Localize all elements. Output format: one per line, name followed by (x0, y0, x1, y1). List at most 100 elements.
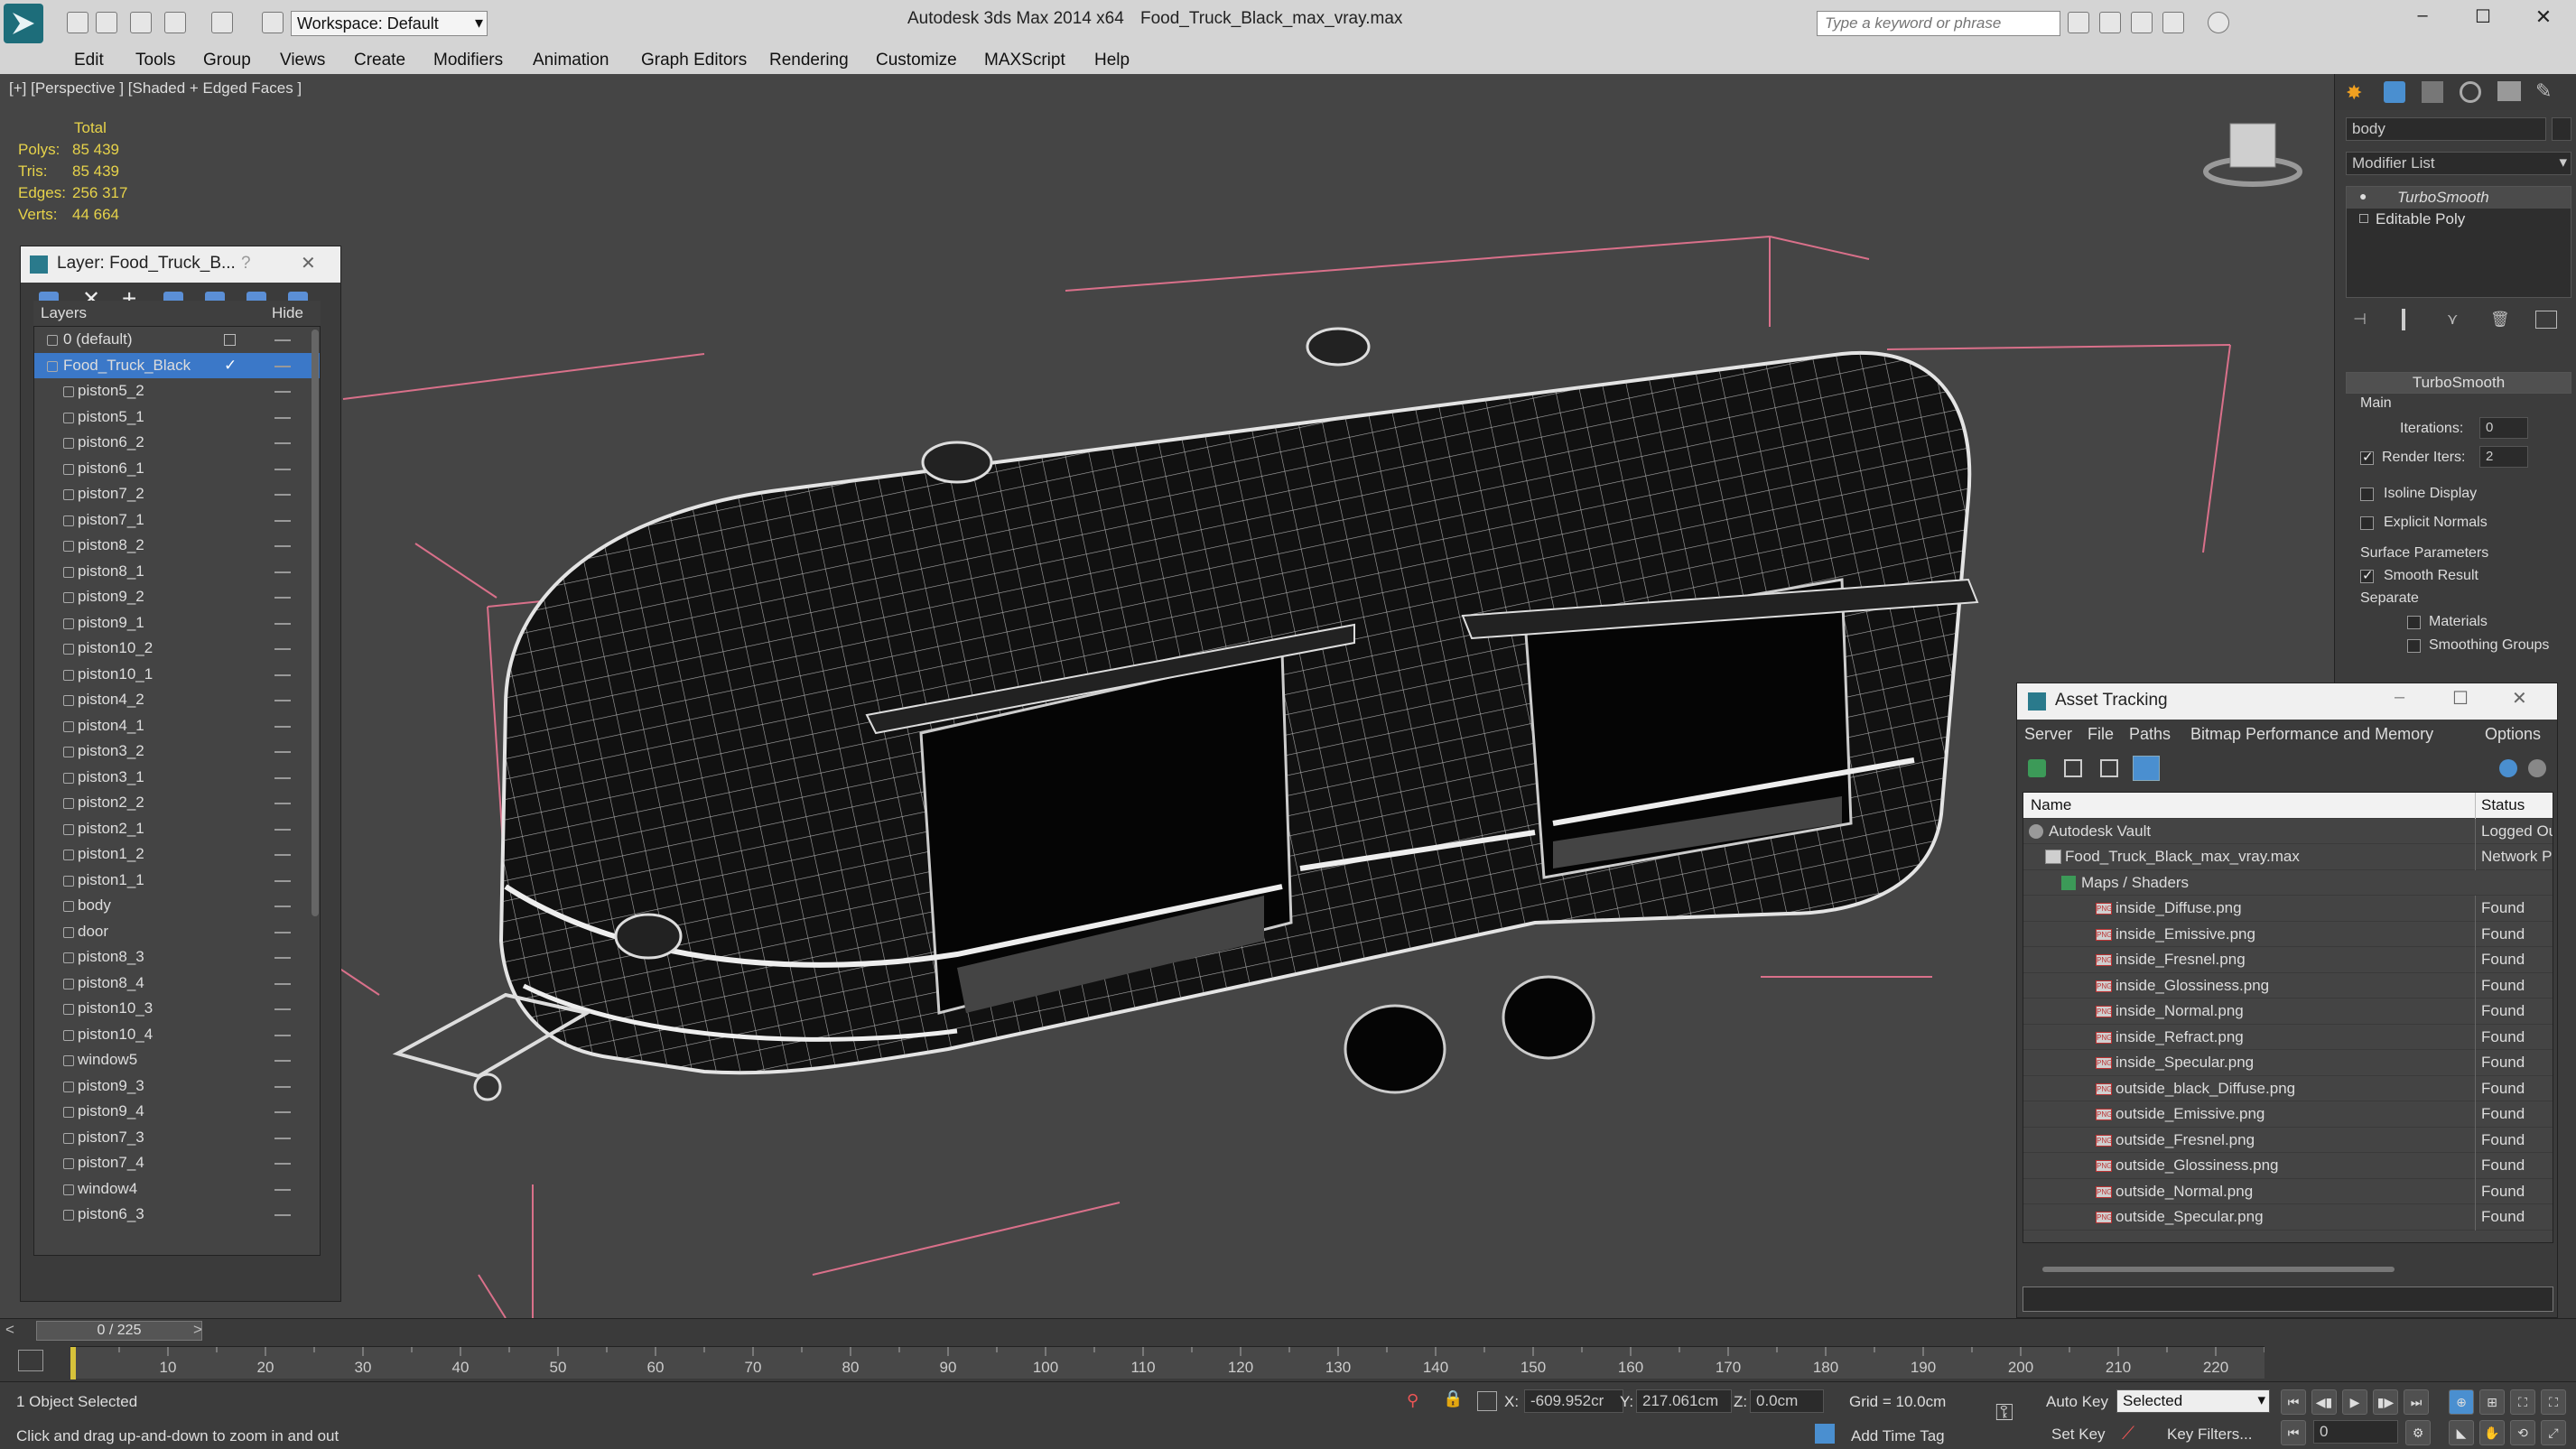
subscription-icon[interactable] (2131, 12, 2153, 33)
y-coordinate-field[interactable]: 217.061cm (1636, 1389, 1732, 1413)
list-view-icon[interactable] (2064, 759, 2082, 777)
hide-toggle[interactable] (274, 339, 291, 341)
turbosmooth-rollout[interactable]: TurboSmooth (2346, 372, 2571, 394)
help-icon[interactable] (2208, 12, 2229, 33)
layer-row[interactable]: piston7_1 (34, 507, 320, 534)
layer-row[interactable]: piston7_3 (34, 1125, 320, 1151)
hide-toggle[interactable] (274, 1111, 291, 1113)
hide-toggle[interactable] (274, 1137, 291, 1139)
pan-view-icon[interactable]: ✋ (2479, 1420, 2505, 1445)
asset-row[interactable]: PNG inside_Diffuse.png Found (2023, 896, 2553, 922)
layer-row[interactable]: piston10_3 (34, 996, 320, 1022)
asset-row[interactable]: PNG outside_Glossiness.png Found (2023, 1153, 2553, 1179)
utilities-tab-icon[interactable]: ✎ (2535, 79, 2552, 103)
time-slider-next[interactable]: > (193, 1321, 202, 1339)
show-end-result-icon[interactable] (2402, 309, 2405, 330)
hide-toggle[interactable] (274, 828, 291, 831)
asset-close-button[interactable]: ✕ (2512, 687, 2527, 710)
menu-views[interactable]: Views (280, 51, 325, 70)
menu-animation[interactable]: Animation (533, 51, 609, 70)
asset-row[interactable]: PNG outside_Normal.png Found (2023, 1178, 2553, 1204)
layer-row[interactable]: piston7_4 (34, 1150, 320, 1176)
hide-toggle[interactable] (274, 391, 291, 393)
layer-row[interactable]: piston10_4 (34, 1022, 320, 1048)
key-filters-button[interactable]: Key Filters... (2167, 1426, 2252, 1444)
configure-sets-icon[interactable] (2535, 311, 2557, 329)
layer-panel-titlebar[interactable]: Layer: Food_Truck_B... ? ✕ (21, 246, 340, 283)
time-slider-prev[interactable]: < (5, 1321, 14, 1339)
current-frame-field[interactable]: 0 (2313, 1420, 2398, 1444)
asset-row[interactable]: PNG inside_Specular.png Found (2023, 1050, 2553, 1076)
next-frame-icon[interactable]: ▮▶ (2373, 1389, 2398, 1415)
layer-row[interactable]: piston6_3 (34, 1202, 320, 1228)
hide-toggle[interactable] (274, 416, 291, 419)
expand-plus-icon[interactable] (2359, 214, 2368, 223)
layer-row[interactable]: piston3_1 (34, 765, 320, 791)
set-key-icon[interactable]: ⚿ (1995, 1398, 2013, 1427)
layer-row[interactable]: door (34, 919, 320, 945)
hide-toggle[interactable] (274, 519, 291, 522)
asset-row[interactable]: Autodesk Vault Logged Ou (2023, 818, 2553, 844)
menu-tools[interactable]: Tools (135, 51, 175, 70)
table-view-icon[interactable] (2133, 756, 2160, 781)
col-status[interactable]: Status (2475, 793, 2553, 819)
app-logo-icon[interactable] (4, 4, 43, 43)
stack-item-turbosmooth[interactable]: ● TurboSmooth (2347, 187, 2571, 209)
hide-toggle[interactable] (274, 1163, 291, 1165)
padlock-icon[interactable]: 🔒 (1443, 1389, 1463, 1408)
object-name-field[interactable]: body (2346, 117, 2546, 141)
maximize-button[interactable]: ☐ (2469, 5, 2497, 33)
motion-tab-icon[interactable] (2460, 81, 2481, 103)
asset-tracking-titlebar[interactable]: Asset Tracking – ☐ ✕ (2017, 683, 2557, 720)
hide-toggle[interactable] (274, 725, 291, 728)
hide-toggle[interactable] (274, 494, 291, 496)
menu-graph-editors[interactable]: Graph Editors (641, 51, 747, 70)
hide-toggle[interactable] (274, 700, 291, 701)
set-key-button[interactable]: Set Key (2051, 1426, 2106, 1444)
project-folder-icon[interactable] (262, 12, 284, 33)
menu-help[interactable]: Help (1094, 51, 1130, 70)
layer-row[interactable]: piston5_1 (34, 404, 320, 431)
layer-row[interactable]: window5 (34, 1047, 320, 1073)
layer-row[interactable]: piston5_2 (34, 378, 320, 404)
layer-row[interactable]: piston2_1 (34, 816, 320, 842)
goto-start-icon[interactable]: ⏮ (2281, 1389, 2306, 1415)
hide-toggle[interactable] (274, 1214, 291, 1216)
col-name[interactable]: Name (2031, 793, 2071, 819)
hide-toggle[interactable] (274, 442, 291, 444)
layer-row[interactable]: window4 (34, 1176, 320, 1203)
viewport-label[interactable]: [+] [Perspective ] [Shaded + Edged Faces… (9, 79, 302, 98)
time-config-icon[interactable]: ⚙ (2405, 1420, 2431, 1445)
hide-toggle[interactable] (274, 648, 291, 650)
hide-toggle[interactable] (274, 957, 291, 959)
layer-row[interactable]: piston8_1 (34, 559, 320, 585)
hide-toggle[interactable] (274, 468, 291, 470)
menu-edit[interactable]: Edit (74, 51, 104, 70)
refresh-icon[interactable] (2028, 759, 2046, 777)
selection-lock-icon[interactable]: ⚲ (1407, 1391, 1418, 1410)
layer-list[interactable]: 0 (default) Food_Truck_Black ✓ piston5_2 pis… (33, 326, 321, 1256)
asset-row[interactable]: PNG outside_black_Diffuse.png Found (2023, 1075, 2553, 1101)
minimize-button[interactable]: – (2409, 5, 2436, 33)
current-layer-checkbox[interactable] (224, 334, 236, 346)
asset-menu-bitmap[interactable]: Bitmap Performance and Memory (2190, 725, 2433, 744)
layer-row[interactable]: Food_Truck_Black ✓ (34, 352, 320, 378)
menu-modifiers[interactable]: Modifiers (433, 51, 503, 70)
explicit-normals-checkbox[interactable] (2360, 516, 2374, 530)
asset-row[interactable]: PNG outside_Emissive.png Found (2023, 1101, 2553, 1128)
zoom-extents-icon[interactable]: ⛶ (2510, 1389, 2535, 1415)
asset-path-field[interactable] (2023, 1286, 2553, 1312)
layer-row[interactable]: piston4_1 (34, 713, 320, 739)
layer-row[interactable]: piston9_3 (34, 1073, 320, 1100)
time-slider[interactable]: < 0 / 225 > (0, 1321, 2576, 1341)
asset-row[interactable]: PNG outside_Specular.png Found (2023, 1204, 2553, 1231)
zoom-extents-all-icon[interactable]: ⛶ (2541, 1389, 2566, 1415)
hide-toggle[interactable] (274, 803, 291, 804)
render-iters-spinner[interactable]: 2 (2479, 446, 2528, 468)
close-window-button[interactable]: ✕ (2530, 5, 2557, 33)
layer-row[interactable]: piston6_1 (34, 456, 320, 482)
layer-row[interactable]: piston6_2 (34, 430, 320, 456)
layer-help-button[interactable]: ? (241, 254, 251, 274)
create-tab-icon[interactable]: ✸ (2346, 81, 2362, 105)
modifier-list-dropdown[interactable]: Modifier List ▾ (2346, 152, 2571, 175)
